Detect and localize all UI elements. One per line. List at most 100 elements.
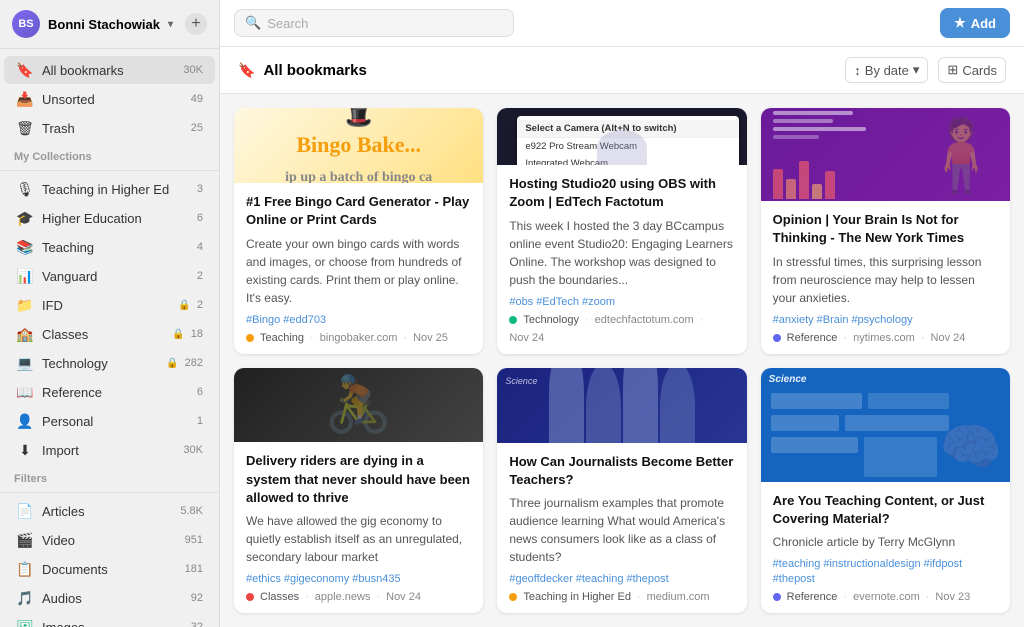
sidebar-item-count: 25: [191, 122, 203, 134]
card-tag[interactable]: #busn435: [352, 573, 400, 585]
graduation-icon: 🎓: [16, 209, 34, 227]
sidebar-item-count: 1: [197, 415, 203, 427]
search-input[interactable]: [267, 16, 503, 31]
card-tag[interactable]: #thepost: [626, 573, 668, 585]
search-box[interactable]: 🔍: [234, 9, 514, 37]
sidebar-item-teaching-higher-ed[interactable]: 🎙 Teaching in Higher Ed 3: [4, 175, 215, 203]
sidebar-item-label: Import: [42, 443, 179, 458]
separator: ·: [403, 332, 407, 344]
sidebar-item-label: Personal: [42, 414, 193, 429]
grid-icon: ⊞: [947, 62, 958, 78]
card-date: Nov 24: [386, 591, 421, 603]
sidebar-item-classes[interactable]: 🏫 Classes 🔒 18: [4, 320, 215, 348]
sidebar-item-ifd[interactable]: 📁 IFD 🔒 2: [4, 291, 215, 319]
table-row[interactable]: Science How Can Journalists Become Bette…: [497, 368, 746, 614]
table-row[interactable]: 🎩Bingo Bake...ip up a batch of bingo ca …: [234, 108, 483, 354]
card-tag[interactable]: #zoom: [582, 296, 615, 308]
separator: ·: [376, 591, 380, 603]
sidebar-item-label: Unsorted: [42, 92, 187, 107]
sidebar-item-images[interactable]: 🖼 Images 32: [4, 613, 215, 627]
sidebar-item-unsorted[interactable]: 📥 Unsorted 49: [4, 85, 215, 113]
avatar: BS: [12, 10, 40, 38]
person-shape: [597, 130, 647, 165]
table-row[interactable]: Select a Camera (Alt+N to switch) e922 P…: [497, 108, 746, 354]
collection-dot: [509, 316, 517, 324]
card-meta: Reference · evernote.com · Nov 23: [773, 591, 998, 603]
sort-button[interactable]: ↕ By date ▾: [845, 57, 928, 83]
sidebar-item-technology[interactable]: 💻 Technology 🔒 282: [4, 349, 215, 377]
card-title: #1 Free Bingo Card Generator - Play Onli…: [246, 193, 471, 229]
video-icon: 🎬: [16, 531, 34, 549]
sidebar-item-count: 2: [197, 299, 203, 311]
sidebar-item-count: 3: [197, 183, 203, 195]
sidebar-item-label: Higher Education: [42, 211, 193, 226]
sidebar-item-label: Teaching in Higher Ed: [42, 182, 193, 197]
folder-icon: 📁: [16, 296, 34, 314]
card-description: This week I hosted the 3 day BCcampus on…: [509, 217, 734, 289]
topbar: 🔍 ★ Add: [220, 0, 1024, 47]
book-icon: 📖: [16, 383, 34, 401]
card-body: Hosting Studio20 using OBS with Zoom | E…: [497, 165, 746, 353]
sidebar-item-count: 32: [191, 621, 203, 627]
sidebar-item-teaching[interactable]: 📚 Teaching 4: [4, 233, 215, 261]
card-collection: Technology: [523, 314, 579, 326]
table-row[interactable]: 🚴 Delivery riders are dying in a system …: [234, 368, 483, 614]
card-collection: Classes: [260, 591, 299, 603]
card-tag[interactable]: #teaching: [773, 558, 821, 570]
table-row[interactable]: 🧍 Opinion | Your Brain Is Not for Thinki…: [761, 108, 1010, 354]
separator: ·: [700, 314, 704, 326]
sidebar-item-articles[interactable]: 📄 Articles 5.8K: [4, 497, 215, 525]
image-icon: 🖼: [16, 618, 34, 627]
card-tag[interactable]: #gigeconomy: [284, 573, 349, 585]
table-row[interactable]: Science 🧠 Are You Teaching Content, or J…: [761, 368, 1010, 614]
card-tag[interactable]: #edd703: [283, 314, 326, 326]
sidebar-item-higher-education[interactable]: 🎓 Higher Education 6: [4, 204, 215, 232]
sidebar-item-audios[interactable]: 🎵 Audios 92: [4, 584, 215, 612]
card-tag[interactable]: #geoffdecker: [509, 573, 572, 585]
sidebar-item-trash[interactable]: 🗑 Trash 25: [4, 114, 215, 142]
card-tag[interactable]: #anxiety: [773, 314, 814, 326]
sidebar-item-label: IFD: [42, 298, 178, 313]
sidebar-item-personal[interactable]: 👤 Personal 1: [4, 407, 215, 435]
card-tag[interactable]: #ifdpost: [924, 558, 963, 570]
lock-icon: 🔒: [178, 300, 190, 311]
card-body: How Can Journalists Become Better Teache…: [497, 443, 746, 613]
sidebar-item-import[interactable]: ⬇ Import 30K: [4, 436, 215, 464]
sidebar-item-label: Documents: [42, 562, 181, 577]
sidebar-item-reference[interactable]: 📖 Reference 6: [4, 378, 215, 406]
user-menu[interactable]: BS Bonni Stachowiak ▾: [12, 10, 173, 38]
sidebar-item-video[interactable]: 🎬 Video 951: [4, 526, 215, 554]
card-image: 🧍: [761, 108, 1010, 201]
card-tag[interactable]: #EdTech: [536, 296, 579, 308]
card-tag[interactable]: #instructionaldesign: [823, 558, 920, 570]
sidebar-item-label: Reference: [42, 385, 193, 400]
card-collection: Reference: [787, 591, 838, 603]
new-collection-button[interactable]: +: [185, 13, 207, 35]
sidebar-item-label: Audios: [42, 591, 187, 606]
card-source: nytimes.com: [853, 332, 915, 344]
sidebar-item-vanguard[interactable]: 📊 Vanguard 2: [4, 262, 215, 290]
card-tag[interactable]: #Bingo: [246, 314, 280, 326]
card-source: medium.com: [647, 591, 710, 603]
card-tag[interactable]: #thepost: [773, 573, 815, 585]
podcast-icon: 🎙: [16, 180, 34, 198]
add-button[interactable]: ★ Add: [940, 8, 1010, 38]
card-source: evernote.com: [853, 591, 920, 603]
card-tag[interactable]: #Brain: [817, 314, 849, 326]
sidebar-item-documents[interactable]: 📋 Documents 181: [4, 555, 215, 583]
computer-icon: 💻: [16, 354, 34, 372]
sidebar-item-count: 6: [197, 386, 203, 398]
card-source: bingobaker.com: [320, 332, 398, 344]
card-title: How Can Journalists Become Better Teache…: [509, 453, 734, 489]
card-tag[interactable]: #ethics: [246, 573, 281, 585]
card-tag[interactable]: #psychology: [851, 314, 912, 326]
chevron-down-icon: ▾: [168, 19, 173, 30]
card-title: Delivery riders are dying in a system th…: [246, 452, 471, 507]
sidebar-item-label: Vanguard: [42, 269, 193, 284]
card-tag[interactable]: #teaching: [576, 573, 624, 585]
sidebar-item-all-bookmarks[interactable]: 🔖 All bookmarks 30K: [4, 56, 215, 84]
card-tag[interactable]: #obs: [509, 296, 533, 308]
view-toggle-button[interactable]: ⊞ Cards: [938, 57, 1006, 83]
audio-icon: 🎵: [16, 589, 34, 607]
sidebar-item-count: 6: [197, 212, 203, 224]
